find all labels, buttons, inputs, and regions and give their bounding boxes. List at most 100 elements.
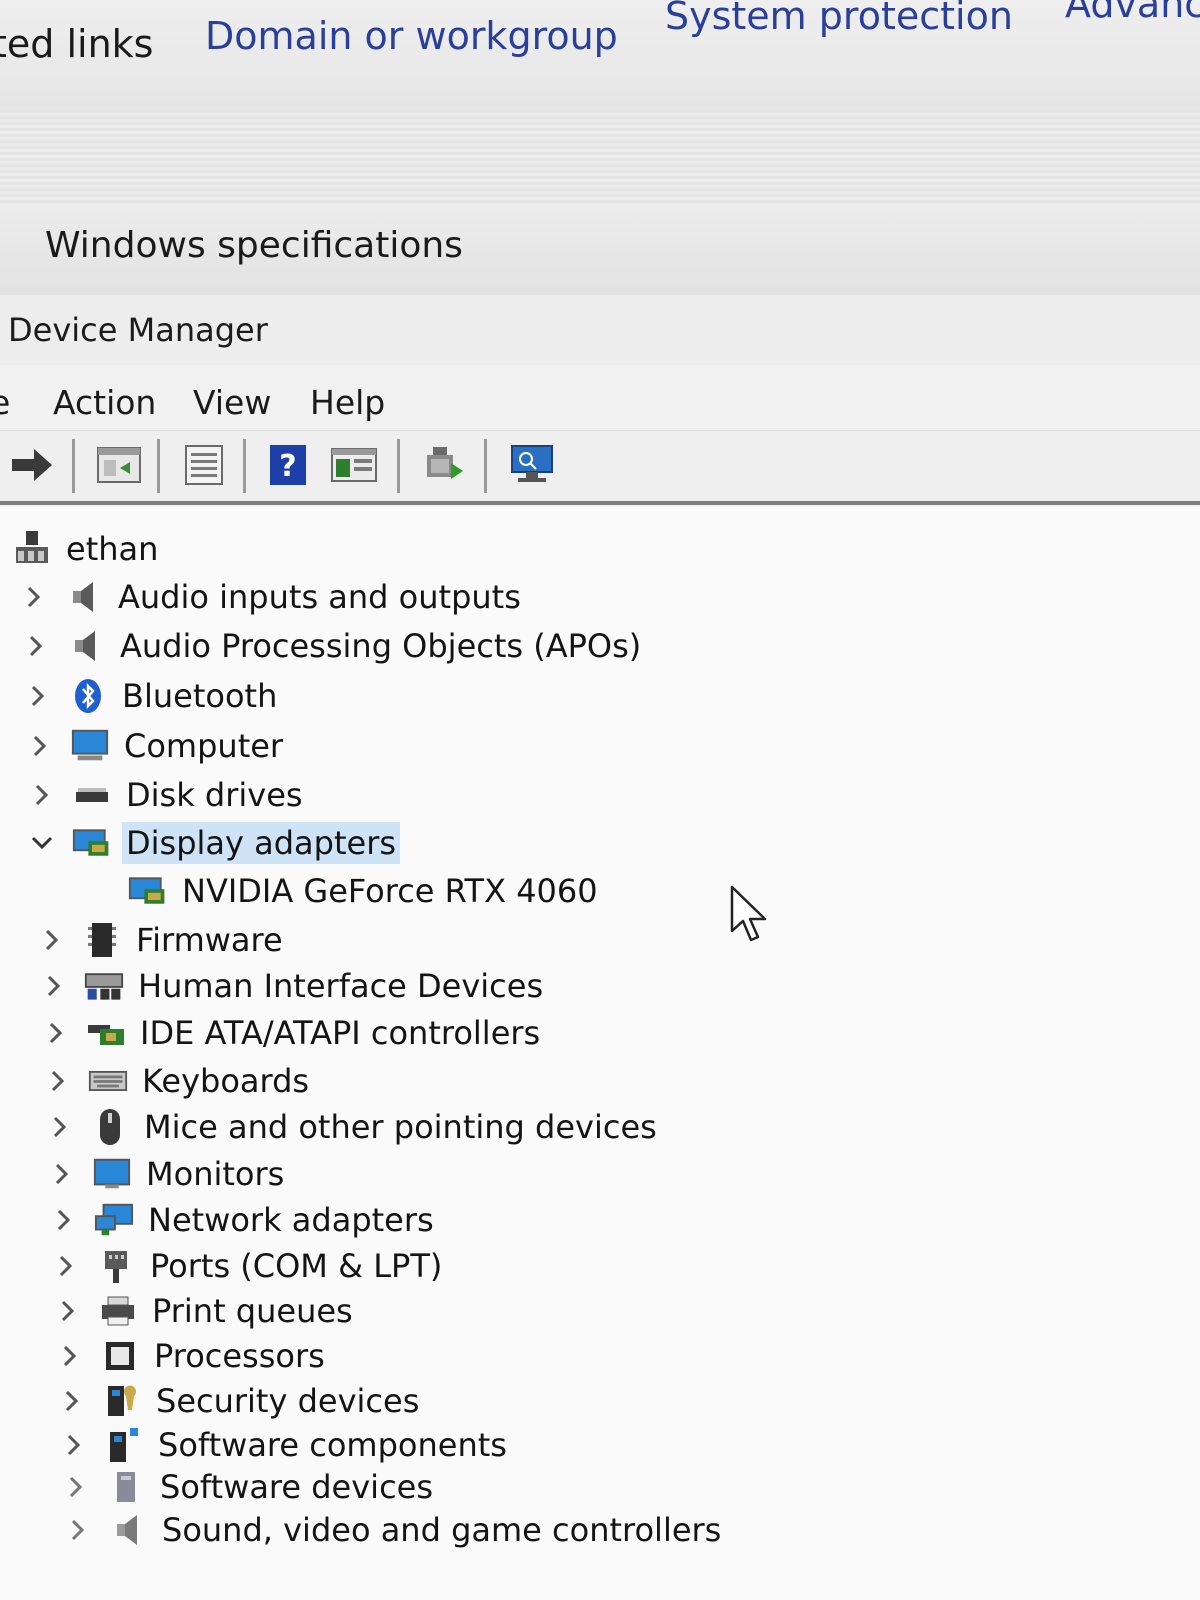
chevron-right-icon[interactable] [56, 1296, 80, 1326]
tree-item-label: Bluetooth [122, 677, 278, 715]
chevron-right-icon[interactable] [40, 925, 64, 955]
tree-item-nvidia-gpu[interactable]: NVIDIA GeForce RTX 4060 [128, 869, 602, 913]
link-advanced[interactable]: Advanc [1065, 0, 1200, 26]
section-heading: Windows specifications [45, 225, 463, 266]
chevron-right-icon[interactable] [24, 631, 48, 661]
chevron-right-icon[interactable] [50, 1159, 74, 1189]
link-domain-or-workgroup[interactable]: Domain or workgroup [205, 14, 618, 58]
menu-action[interactable]: Action [53, 383, 156, 422]
device-tree: ethan Audio inputs and outputs Audio Pro… [0, 507, 1200, 1600]
chevron-right-icon[interactable] [22, 582, 46, 612]
tree-item-firmware[interactable]: Firmware [40, 918, 287, 962]
chevron-right-icon[interactable] [28, 731, 52, 761]
tree-item-keyboards[interactable]: Keyboards [46, 1059, 313, 1103]
speaker-icon [64, 580, 104, 614]
chevron-right-icon[interactable] [46, 1066, 70, 1096]
tree-item-disk-drives[interactable]: Disk drives [30, 773, 307, 817]
show-hide-console-tree-icon[interactable] [95, 441, 143, 489]
tree-item-processors[interactable]: Processors [58, 1334, 329, 1378]
windows-specifications-section[interactable]: Windows specifications [0, 205, 1200, 297]
properties-icon[interactable] [180, 441, 228, 489]
toolbar-separator [484, 439, 487, 493]
forward-arrow-icon[interactable] [8, 441, 56, 489]
update-driver-icon[interactable] [420, 441, 468, 489]
security-device-icon [102, 1384, 142, 1418]
tree-item-print-queues[interactable]: Print queues [56, 1289, 357, 1333]
tree-item-label: Sound, video and game controllers [162, 1511, 722, 1549]
tree-item-label: NVIDIA GeForce RTX 4060 [182, 872, 598, 910]
tree-root[interactable]: ethan [12, 527, 162, 571]
related-links-bar: ted links Domain or workgroup System pro… [0, 0, 1200, 110]
hid-icon [84, 969, 124, 1003]
chevron-down-icon[interactable] [30, 828, 54, 858]
chevron-right-icon[interactable] [58, 1341, 82, 1371]
menu-file[interactable]: e [0, 383, 10, 422]
tree-item-bluetooth[interactable]: Bluetooth [26, 674, 281, 718]
tree-root-label: ethan [66, 530, 159, 568]
display-adapter-icon [72, 826, 112, 860]
display-adapter-icon [128, 874, 168, 908]
tree-item-label: Disk drives [126, 776, 303, 814]
tree-item-label: Audio Processing Objects (APOs) [120, 627, 642, 665]
tree-item-audio-inputs[interactable]: Audio inputs and outputs [22, 575, 525, 619]
tree-item-sound-controllers[interactable]: Sound, video and game controllers [66, 1508, 725, 1552]
tree-item-security-devices[interactable]: Security devices [60, 1379, 423, 1423]
device-manager-window: Device Manager e Action View Help ? etha… [0, 295, 1200, 1600]
menu-bar: e Action View Help [0, 365, 1200, 435]
tree-item-software-devices[interactable]: Software devices [64, 1465, 437, 1509]
tree-item-apos[interactable]: Audio Processing Objects (APOs) [24, 624, 645, 668]
scan-hardware-icon[interactable] [508, 441, 556, 489]
tree-item-label: Human Interface Devices [138, 967, 544, 1005]
toolbar: ? [0, 430, 1200, 505]
tree-item-label: Audio inputs and outputs [118, 578, 521, 616]
tree-item-label: Display adapters [122, 822, 401, 864]
chevron-right-icon[interactable] [26, 681, 50, 711]
software-component-icon [104, 1428, 144, 1462]
tree-item-software-components[interactable]: Software components [62, 1423, 511, 1467]
network-adapter-icon [94, 1203, 134, 1237]
window-title: Device Manager [8, 311, 268, 349]
chevron-right-icon[interactable] [30, 780, 54, 810]
tree-item-ports[interactable]: Ports (COM & LPT) [54, 1244, 446, 1288]
firmware-icon [82, 923, 122, 957]
menu-help[interactable]: Help [310, 383, 385, 422]
printer-icon [98, 1294, 138, 1328]
tree-item-display-adapters[interactable]: Display adapters [30, 821, 401, 865]
chevron-right-icon[interactable] [64, 1472, 88, 1502]
tree-item-label: Ports (COM & LPT) [150, 1247, 443, 1285]
tree-item-ide-controllers[interactable]: IDE ATA/ATAPI controllers [44, 1011, 544, 1055]
ide-controller-icon [86, 1016, 126, 1050]
tree-item-monitors[interactable]: Monitors [50, 1152, 288, 1196]
tree-item-mice[interactable]: Mice and other pointing devices [48, 1105, 661, 1149]
chevron-right-icon[interactable] [48, 1112, 72, 1142]
tree-item-label: Processors [154, 1337, 325, 1375]
disk-drive-icon [72, 778, 112, 812]
tree-item-network-adapters[interactable]: Network adapters [52, 1198, 438, 1242]
chevron-right-icon[interactable] [60, 1386, 84, 1416]
chevron-right-icon[interactable] [42, 971, 66, 1001]
title-bar[interactable]: Device Manager [0, 295, 1200, 366]
chevron-right-icon[interactable] [52, 1205, 76, 1235]
tree-item-label: Network adapters [148, 1201, 434, 1239]
speaker-icon [108, 1513, 148, 1547]
toolbar-separator [397, 439, 400, 493]
menu-view[interactable]: View [193, 383, 271, 422]
tree-item-hid[interactable]: Human Interface Devices [42, 964, 547, 1008]
toolbar-separator [157, 439, 160, 493]
svg-text:?: ? [279, 449, 296, 484]
chevron-right-icon[interactable] [66, 1515, 90, 1545]
link-related-links[interactable]: ted links [0, 22, 153, 66]
keyboard-icon [88, 1064, 128, 1098]
tree-item-label: Security devices [156, 1382, 420, 1420]
run-icon[interactable] [330, 441, 378, 489]
tree-item-computer[interactable]: Computer [28, 724, 287, 768]
chevron-right-icon[interactable] [44, 1018, 68, 1048]
software-device-icon [106, 1470, 146, 1504]
chevron-right-icon[interactable] [62, 1430, 86, 1460]
help-icon[interactable]: ? [264, 441, 312, 489]
chevron-right-icon[interactable] [54, 1251, 78, 1281]
link-system-protection[interactable]: System protection [665, 0, 1013, 38]
tree-item-label: Mice and other pointing devices [144, 1108, 657, 1146]
tree-item-label: Computer [124, 727, 284, 765]
tree-item-label: Firmware [136, 921, 283, 959]
